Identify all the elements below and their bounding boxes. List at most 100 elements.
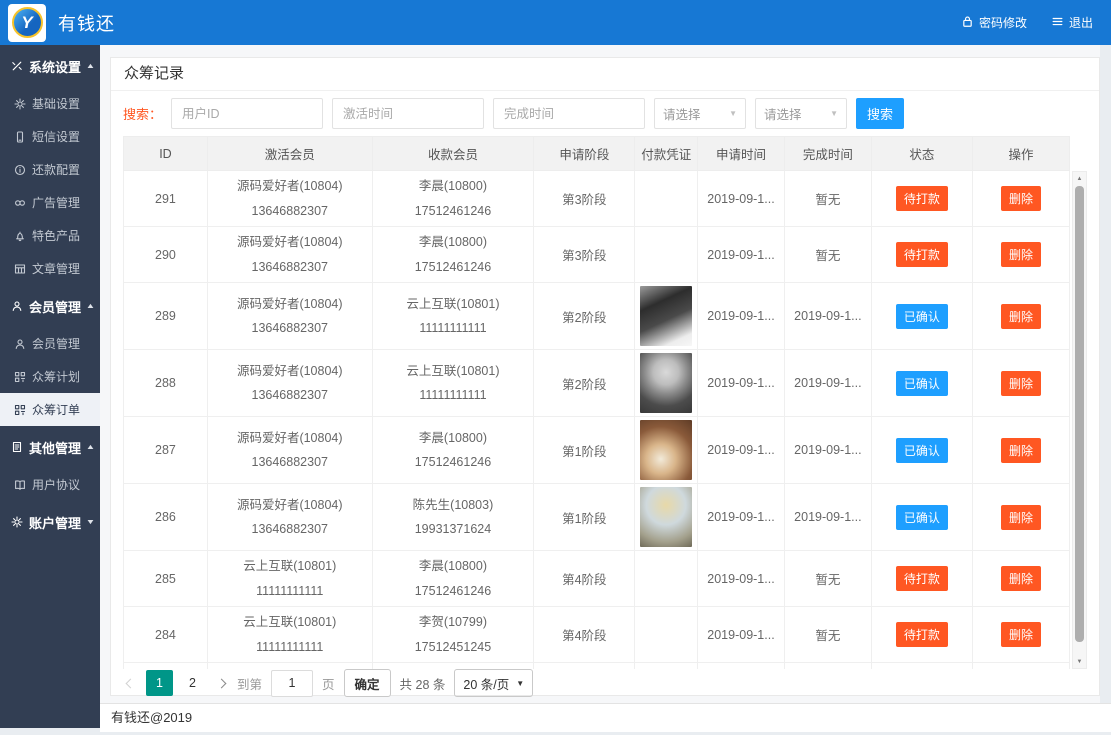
- app-title: 有钱还: [58, 13, 115, 34]
- orders-table: ID 激活会员 收款会员 申请阶段 付款凭证 申请时间 完成时间 状态 操作 291 源码爱好者(…: [123, 136, 1070, 669]
- sidebar-item-account-management[interactable]: 账户管理 ▼: [0, 501, 100, 543]
- cell-payee: 云上互联(10801) 11111111111: [371, 282, 535, 350]
- table-row: 285 云上互联(10801) 11111111111 李晨(10800) 175124…: [123, 550, 1070, 607]
- change-password-button[interactable]: 密码修改: [961, 14, 1027, 31]
- cell-action: 删除: [971, 282, 1070, 350]
- tools-icon: [11, 60, 23, 72]
- sidebar-item-user-agreement[interactable]: 用户协议: [0, 468, 100, 501]
- status-badge[interactable]: 已确认: [895, 303, 948, 329]
- sidebar-item-sms-settings[interactable]: 短信设置: [0, 120, 100, 153]
- page-button-2[interactable]: 2: [179, 670, 206, 696]
- prev-page-button[interactable]: [124, 676, 137, 690]
- status-badge[interactable]: 待打款: [895, 186, 948, 211]
- search-input-activate-time[interactable]: [332, 98, 485, 129]
- cell-stage: 第4阶段: [533, 550, 636, 607]
- footer-text: 有钱还@2019: [111, 710, 193, 725]
- status-badge[interactable]: 待打款: [895, 622, 948, 647]
- payment-proof-image[interactable]: [640, 353, 693, 413]
- sidebar-item-system-settings[interactable]: 系统设置 ▲: [0, 45, 100, 87]
- delete-button[interactable]: 删除: [1000, 504, 1041, 530]
- qr-icon: [14, 404, 26, 416]
- logout-button[interactable]: 退出: [1051, 14, 1093, 31]
- delete-button[interactable]: 删除: [1000, 622, 1041, 647]
- cell-action: 删除: [971, 483, 1070, 551]
- lock-icon: [961, 15, 974, 31]
- cell-apply-time: 2019-09-1...: [697, 606, 785, 663]
- payment-proof-image[interactable]: [640, 420, 693, 480]
- next-page-button[interactable]: [215, 676, 228, 690]
- cell-stage: 第3阶段: [533, 170, 636, 227]
- cell-finish-time: 2019-09-1...: [783, 349, 872, 417]
- cell-stage: 第1阶段: [533, 483, 636, 551]
- delete-button[interactable]: 删除: [1000, 186, 1041, 211]
- column-header: 申请时间: [697, 136, 785, 171]
- cell-payee: 李晨(10800) 17512461246: [371, 550, 535, 607]
- status-badge[interactable]: 已确认: [895, 437, 948, 463]
- sidebar-item-other-management[interactable]: 其他管理 ▲: [0, 426, 100, 468]
- status-badge[interactable]: 待打款: [895, 566, 948, 591]
- sidebar-item-crowdfunding-plan[interactable]: 众筹计划: [0, 360, 100, 393]
- delete-button[interactable]: 删除: [1000, 370, 1041, 396]
- cell-id: 285: [123, 550, 208, 607]
- table-scrollbar[interactable]: ▲ ▼: [1072, 171, 1087, 669]
- cell-activator: 源码爱好者(10804) 13646882307: [206, 416, 373, 484]
- filter-select-2[interactable]: 请选择 ▼: [755, 98, 848, 129]
- cell-action: 删除: [971, 349, 1070, 417]
- per-page-select[interactable]: 20 条/页 ▼: [454, 669, 534, 697]
- book-icon: [14, 479, 26, 491]
- goto-label: 到第: [237, 677, 263, 692]
- delete-button[interactable]: 删除: [1000, 242, 1041, 267]
- cell-stage: 第1阶段: [533, 416, 636, 484]
- cell-payee: 李晨(10800) 17512461246: [371, 226, 535, 283]
- sidebar-item-basic-settings[interactable]: 基础设置: [0, 87, 100, 120]
- cell-proof: [634, 416, 699, 484]
- chevron-down-icon: ▼: [729, 109, 738, 118]
- logo-icon: Y: [11, 7, 43, 38]
- sidebar-item-article-management[interactable]: 文章管理: [0, 252, 100, 285]
- delete-button[interactable]: 删除: [1000, 566, 1041, 591]
- search-input-user-id[interactable]: [171, 98, 324, 129]
- cell-finish-time: 2019-09-1...: [783, 483, 872, 551]
- table-row: [123, 662, 1070, 669]
- sidebar-item-crowdfunding-orders[interactable]: 众筹订单: [0, 393, 100, 426]
- app-logo[interactable]: Y: [8, 3, 46, 42]
- goto-page-input[interactable]: [271, 669, 314, 697]
- sidebar-item-member-management[interactable]: 会员管理: [0, 327, 100, 360]
- payment-proof-image[interactable]: [640, 487, 693, 547]
- page-button-1[interactable]: 1: [146, 670, 173, 696]
- scroll-down-icon[interactable]: ▼: [1073, 655, 1086, 668]
- scroll-up-icon[interactable]: ▲: [1073, 172, 1086, 185]
- cell-status: 已确认: [870, 349, 973, 417]
- sidebar-item-repayment-config[interactable]: 还款配置: [0, 153, 100, 186]
- table-row: 291 源码爱好者(10804) 13646882307 李晨(10800) 17512…: [123, 170, 1070, 227]
- sidebar-item-ad-management[interactable]: 广告管理: [0, 186, 100, 219]
- cell-proof: [634, 606, 699, 663]
- cell-finish-time: [783, 662, 872, 669]
- scrollbar-thumb[interactable]: [1075, 186, 1084, 642]
- search-button[interactable]: 搜索: [856, 98, 905, 129]
- cell-apply-time: 2019-09-1...: [697, 550, 785, 607]
- payment-proof-image[interactable]: [640, 286, 693, 346]
- chevron-down-icon: ▼: [85, 518, 96, 526]
- goto-confirm-button[interactable]: 确定: [343, 669, 391, 697]
- cell-activator: 源码爱好者(10804) 13646882307: [206, 170, 373, 227]
- delete-button[interactable]: 删除: [1000, 437, 1041, 463]
- sidebar-item-member-management-group[interactable]: 会员管理 ▲: [0, 285, 100, 327]
- status-badge[interactable]: 已确认: [895, 504, 948, 530]
- cell-stage: 第2阶段: [533, 349, 636, 417]
- delete-button[interactable]: 删除: [1000, 303, 1041, 329]
- status-badge[interactable]: 已确认: [895, 370, 948, 396]
- cell-apply-time: 2019-09-1...: [697, 282, 785, 350]
- filter-select-1[interactable]: 请选择 ▼: [654, 98, 747, 129]
- table-row: 288 源码爱好者(10804) 13646882307 云上互联(10801) 111…: [123, 349, 1070, 417]
- table-row: 289 源码爱好者(10804) 13646882307 云上互联(10801) 111…: [123, 282, 1070, 350]
- cell-apply-time: 2019-09-1...: [697, 226, 785, 283]
- cell-proof: [634, 282, 699, 350]
- cell-proof: [634, 226, 699, 283]
- status-badge[interactable]: 待打款: [895, 242, 948, 267]
- search-input-finish-time[interactable]: [493, 98, 646, 129]
- page-numbers: 12: [146, 670, 206, 696]
- cell-finish-time: 暂无: [783, 170, 872, 227]
- link-icon: [14, 197, 26, 209]
- sidebar-item-featured-products[interactable]: 特色产品: [0, 219, 100, 252]
